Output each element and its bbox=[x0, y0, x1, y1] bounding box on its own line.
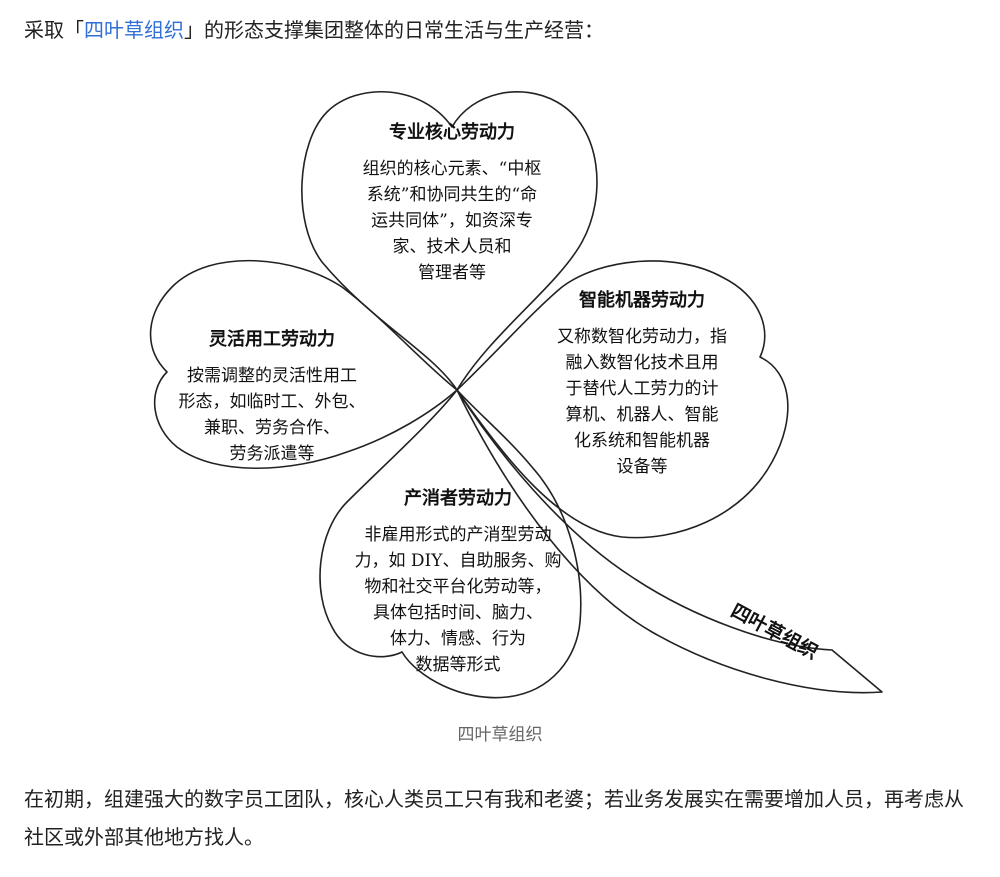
leaf-top-title: 专业核心劳动力 bbox=[389, 122, 515, 143]
leaf-right-title: 智能机器劳动力 bbox=[579, 290, 705, 311]
figure-caption: 四叶草组织 bbox=[457, 725, 543, 745]
body-paragraph: 在初期，组建强大的数字员工团队，核心人类员工只有我和老婆；若业务发展实在需要增加… bbox=[24, 787, 964, 849]
leaf-top: 专业核心劳动力 组织的核心元素、“中枢 系统”和协同共生的“命 运共同体”，如资… bbox=[332, 118, 572, 286]
leaf-left-title: 灵活用工劳动力 bbox=[209, 329, 335, 350]
leaf-top-body: 组织的核心元素、“中枢 系统”和协同共生的“命 运共同体”，如资深专 家、技术人… bbox=[362, 159, 542, 283]
leaf-left: 灵活用工劳动力 按需调整的灵活性用工 形态，如临时工、外包、 兼职、劳务合作、 … bbox=[162, 325, 382, 467]
leaf-left-body: 按需调整的灵活性用工 形态，如临时工、外包、 兼职、劳务合作、 劳务派遣等 bbox=[178, 366, 366, 464]
intro-suffix: 」的形态支撑集团整体的日常生活与生产经营： bbox=[184, 18, 604, 42]
leaf-bottom-body: 非雇用形式的产消型劳动 力，如 DIY、自助服务、购 物和社交平台化劳动等， 具… bbox=[354, 525, 562, 675]
intro-prefix: 采取「 bbox=[24, 18, 84, 42]
leaf-bottom-title: 产消者劳动力 bbox=[404, 488, 512, 509]
leaf-right-body: 又称数智化劳动力，指 融入数智化技术且用 于替代人工劳力的计 算机、机器人、智能… bbox=[557, 327, 727, 477]
clover-organization-link[interactable]: 四叶草组织 bbox=[84, 18, 184, 42]
leaf-right: 智能机器劳动力 又称数智化劳动力，指 融入数智化技术且用 于替代人工劳力的计 算… bbox=[522, 286, 762, 480]
clover-diagram: 专业核心劳动力 组织的核心元素、“中枢 系统”和协同共生的“命 运共同体”，如资… bbox=[132, 72, 912, 712]
intro-line: 采取「四叶草组织」的形态支撑集团整体的日常生活与生产经营： bbox=[24, 13, 604, 47]
leaf-bottom: 产消者劳动力 非雇用形式的产消型劳动 力，如 DIY、自助服务、购 物和社交平台… bbox=[330, 484, 586, 678]
